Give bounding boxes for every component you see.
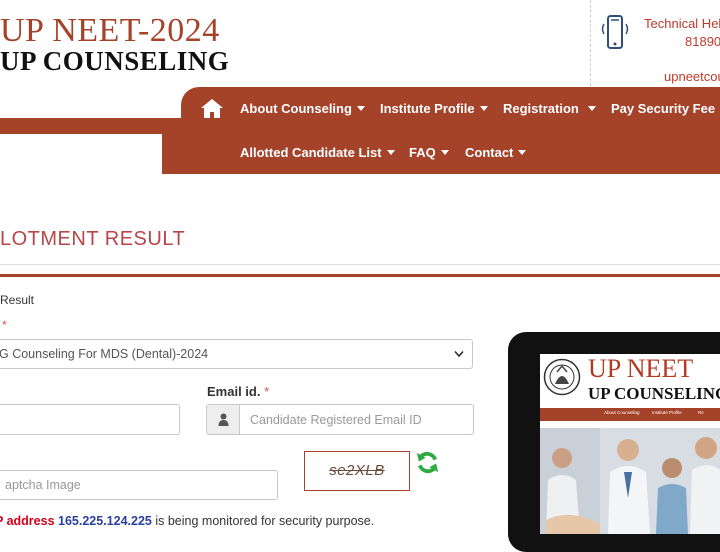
counseling-select[interactable]: G Counseling For MDS (Dental)-2024 (0, 339, 473, 369)
tablet-screen: UP NEET UP COUNSELING About Counseling I… (540, 354, 720, 534)
counseling-select-value: G Counseling For MDS (Dental)-2024 (0, 347, 209, 361)
captcha-code: se2XLB (329, 462, 385, 479)
nav-label: Contact (465, 145, 514, 160)
user-icon (218, 413, 229, 426)
up-emblem-logo (543, 358, 581, 396)
caret-down-icon (587, 106, 596, 111)
caret-down-icon (479, 106, 488, 111)
nav-label: About Counseling (240, 101, 352, 116)
email-field-group (206, 404, 474, 435)
nav-about-counseling[interactable]: About Counseling (240, 101, 365, 116)
helpline-label: Technical Help (644, 16, 720, 31)
site-title: UP NEET-2024 (0, 12, 220, 49)
form-caption: Result (0, 293, 35, 307)
divider (0, 264, 720, 265)
nav-pay-security-fee[interactable]: Pay Security Fee (611, 101, 720, 116)
doctors-photo (540, 428, 720, 534)
required-mark: * (264, 384, 270, 399)
ip-notice-text: is being monitored for security purpose. (155, 514, 375, 528)
nav-allotted-candidate-list[interactable]: Allotted Candidate List (240, 145, 395, 160)
ip-label: P address (0, 514, 55, 528)
chevron-down-icon (454, 350, 464, 358)
caret-down-icon (356, 106, 365, 111)
ip-address: 165.225.124.225 (58, 514, 152, 528)
promo-nav-item: Re (698, 410, 704, 415)
promo-nav: About Counseling Institute Profile Re (540, 408, 720, 421)
nav-label: FAQ (409, 145, 436, 160)
nav-registration[interactable]: Registration (503, 101, 596, 116)
caret-down-icon (386, 150, 395, 155)
ip-monitoring-notice: P address 165.225.124.225 is being monit… (0, 514, 374, 528)
home-icon[interactable] (200, 97, 224, 119)
helpline-website-link[interactable]: upneetcou (664, 69, 720, 84)
user-addon (207, 405, 240, 434)
promo-nav-item: About Counseling (604, 410, 640, 415)
email-label-text: Email id. (207, 384, 261, 399)
promo-nav-item: Institute Profile (652, 410, 682, 415)
caret-down-icon (518, 150, 527, 155)
required-mark: * (2, 318, 7, 332)
nav-band (0, 118, 185, 134)
nav-institute-profile[interactable]: Institute Profile (380, 101, 488, 116)
email-field[interactable] (240, 405, 473, 434)
caret-down-icon (440, 150, 449, 155)
captcha-input[interactable] (0, 470, 278, 500)
divider (0, 274, 720, 277)
text-input[interactable] (0, 404, 180, 435)
email-label: Email id. * (207, 384, 269, 399)
phone-icon (601, 15, 629, 49)
promo-subtitle: UP COUNSELING (588, 384, 720, 403)
captcha-image: se2XLB (304, 451, 410, 491)
nav-label: Allotted Candidate List (240, 145, 382, 160)
nav-label: Institute Profile (380, 101, 475, 116)
helpline-number: 81890 (685, 34, 720, 49)
nav-faq[interactable]: FAQ (409, 145, 449, 160)
refresh-icon[interactable] (415, 450, 440, 475)
page-title: LOTMENT RESULT (0, 228, 186, 250)
site-subtitle: UP COUNSELING (0, 46, 230, 76)
nav-contact[interactable]: Contact (465, 145, 527, 160)
nav-label: Pay Security Fee (611, 101, 716, 116)
nav-label: Registration (503, 101, 579, 116)
promo-title: UP NEET (588, 354, 694, 383)
